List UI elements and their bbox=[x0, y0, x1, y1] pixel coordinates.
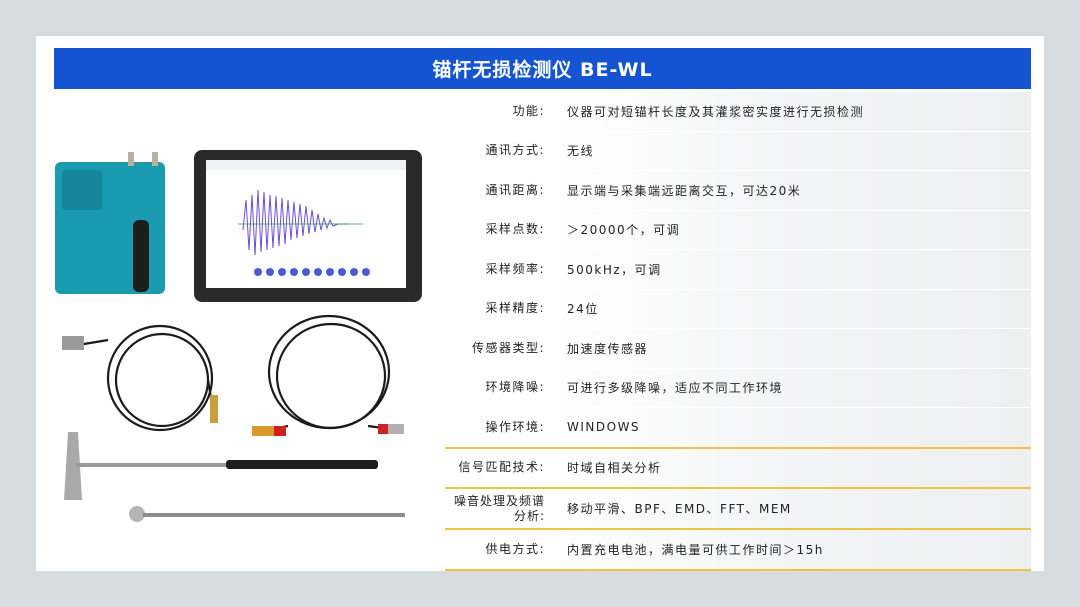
spec-row: 传感器类型: 加速度传感器 bbox=[445, 329, 1031, 369]
tablet-image bbox=[194, 150, 422, 302]
spec-row: 采样点数: ＞20000个，可调 bbox=[445, 210, 1031, 251]
spec-value: 无线 bbox=[555, 131, 1031, 170]
collector-unit-image bbox=[55, 152, 165, 294]
spec-row: 信号匹配技术: 时域自相关分析 bbox=[445, 448, 1031, 489]
spec-value: 仪器可对短锚杆长度及其灌浆密实度进行无损检测 bbox=[555, 92, 1031, 131]
spec-row: 采样频率: 500kHz，可调 bbox=[445, 250, 1031, 290]
spec-key: 采样频率: bbox=[485, 261, 545, 276]
spec-value: ＞20000个，可调 bbox=[555, 210, 1031, 249]
sensor-cable-image bbox=[62, 324, 218, 432]
spec-row: 通讯距离: 显示端与采集端远距离交互，可达20米 bbox=[445, 171, 1031, 211]
extension-cable-image bbox=[252, 314, 404, 436]
spec-value: 移动平滑、BPF、EMD、FFT、MEM bbox=[555, 489, 1031, 528]
spec-key: 传感器类型: bbox=[471, 340, 545, 355]
spec-row: 环境降噪: 可进行多级降噪，适应不同工作环境 bbox=[445, 368, 1031, 409]
spec-value: 内置充电电池，满电量可供工作时间＞15h bbox=[555, 530, 1031, 569]
spec-row: 操作环境: WINDOWS bbox=[445, 408, 1031, 449]
spec-key: 信号匹配技术: bbox=[458, 460, 545, 475]
ball-rod-image bbox=[129, 506, 405, 522]
spec-row: 供电方式: 内置充电电池，满电量可供工作时间＞15h bbox=[445, 530, 1031, 571]
spec-key: 通讯方式: bbox=[485, 143, 545, 158]
spec-value: 24位 bbox=[555, 289, 1031, 328]
spec-value: 500kHz，可调 bbox=[555, 250, 1031, 289]
spec-value: 时域自相关分析 bbox=[555, 448, 1031, 487]
spec-key: 采样点数: bbox=[485, 222, 545, 237]
spec-row: 功能: 仪器可对短锚杆长度及其灌浆密实度进行无损检测 bbox=[445, 92, 1031, 132]
hammer-image bbox=[64, 432, 378, 500]
spec-key: 通讯距离: bbox=[485, 182, 545, 197]
spec-key: 操作环境: bbox=[485, 419, 545, 434]
spec-row: 噪音处理及频谱分析: 移动平滑、BPF、EMD、FFT、MEM bbox=[445, 489, 1031, 530]
spec-value: 可进行多级降噪，适应不同工作环境 bbox=[555, 368, 1031, 407]
spec-key: 采样精度: bbox=[485, 301, 545, 316]
spec-key: 供电方式: bbox=[485, 541, 545, 556]
spec-value: WINDOWS bbox=[555, 408, 1031, 447]
spec-row: 采样精度: 24位 bbox=[445, 289, 1031, 330]
spec-row: 通讯方式: 无线 bbox=[445, 131, 1031, 172]
page-title: 锚杆无损检测仪 BE-WL bbox=[54, 48, 1031, 89]
spec-key: 噪音处理及频谱分析: bbox=[453, 493, 545, 523]
spec-key: 环境降噪: bbox=[485, 380, 545, 395]
spec-value: 显示端与采集端远距离交互，可达20米 bbox=[555, 171, 1031, 210]
spec-value: 加速度传感器 bbox=[555, 329, 1031, 368]
product-photos bbox=[55, 150, 422, 522]
spec-table: 功能: 仪器可对短锚杆长度及其灌浆密实度进行无损检测 通讯方式: 无线 通讯距离… bbox=[445, 92, 1031, 571]
spec-key: 功能: bbox=[512, 103, 545, 118]
